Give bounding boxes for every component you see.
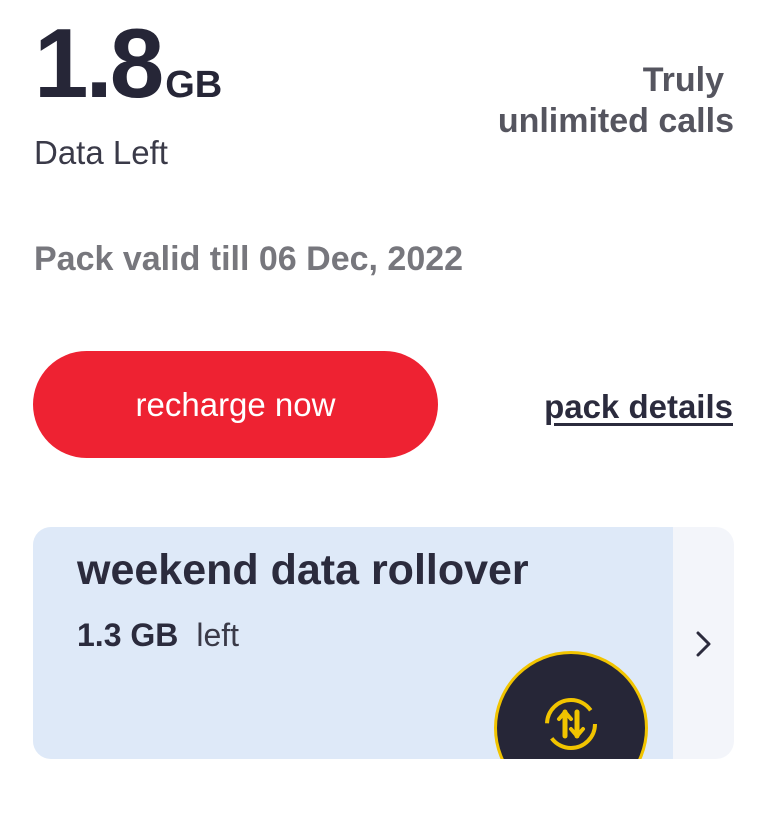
rollover-amount: 1.3 GB left (77, 617, 239, 654)
rollover-card-body: weekend data rollover 1.3 GB left (33, 527, 673, 759)
rollover-left-label: left (196, 617, 240, 653)
pack-details-link[interactable]: pack details (544, 388, 733, 426)
weekend-rollover-card[interactable]: weekend data rollover 1.3 GB left (33, 527, 734, 759)
calls-info-line1: Truly (642, 61, 724, 99)
calls-info: Truly unlimited calls (434, 60, 734, 142)
data-balance-value: 1.8 (34, 8, 164, 118)
data-left-label: Data Left (34, 134, 168, 171)
data-rollover-icon (494, 651, 648, 759)
calls-info-line2: unlimited calls (497, 101, 734, 140)
rollover-value: 1.3 GB (77, 617, 179, 653)
pack-validity: Pack valid till 06 Dec, 2022 (34, 240, 464, 278)
chevron-right-icon[interactable] (689, 629, 719, 659)
rollover-title: weekend data rollover (77, 546, 529, 594)
data-balance: 1.8 GB (34, 14, 222, 112)
data-balance-unit: GB (165, 64, 223, 106)
recharge-button[interactable]: recharge now (33, 351, 438, 458)
